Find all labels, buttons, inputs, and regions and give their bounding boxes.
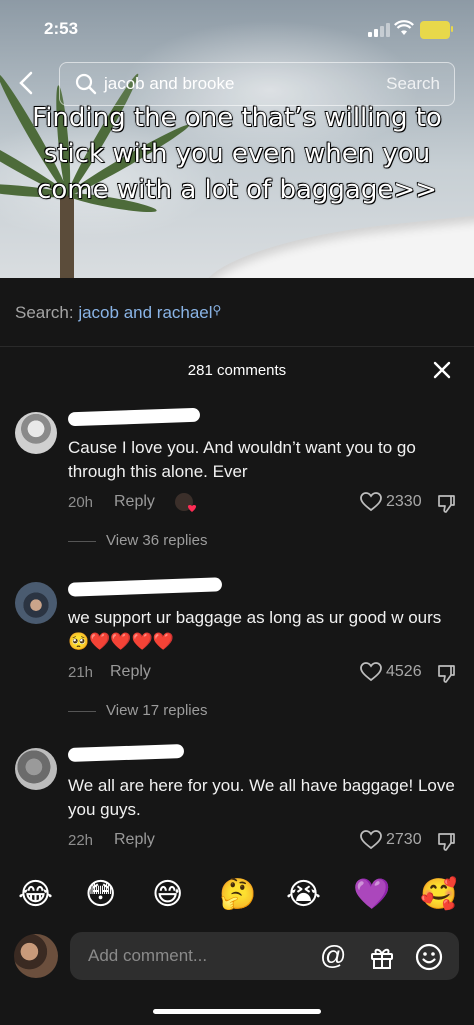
emoji-laugh-button[interactable]: 😂 bbox=[18, 876, 53, 914]
view-replies-button[interactable]: View 36 replies bbox=[68, 532, 207, 549]
avatar[interactable] bbox=[15, 412, 57, 454]
emoji-thinking-button[interactable]: 🤔 bbox=[219, 876, 256, 914]
comment-input[interactable]: Add comment... @ bbox=[70, 932, 459, 980]
comment-composer: Add comment... @ bbox=[0, 928, 474, 998]
like-button[interactable]: 2730 bbox=[360, 830, 422, 850]
dislike-icon[interactable] bbox=[436, 664, 456, 684]
heart-icon bbox=[360, 492, 382, 512]
building-roof bbox=[196, 211, 474, 278]
comment-placeholder: Add comment... bbox=[88, 946, 208, 965]
heart-icon bbox=[360, 662, 382, 682]
mention-icon[interactable]: @ bbox=[320, 940, 346, 971]
comment-text: we support ur baggage as long as ur good… bbox=[68, 608, 442, 651]
status-bar: 2:53 bbox=[0, 0, 474, 60]
reply-button[interactable]: Reply bbox=[114, 493, 155, 511]
like-count: 2330 bbox=[386, 493, 422, 510]
my-avatar bbox=[14, 934, 58, 978]
video-caption: Finding the one that’s willing to stick … bbox=[32, 102, 443, 205]
reply-button[interactable]: Reply bbox=[114, 831, 155, 849]
view-replies-label: View 36 replies bbox=[106, 532, 208, 549]
comment-age: 22h bbox=[68, 832, 94, 849]
comment-age: 20h bbox=[68, 494, 94, 511]
emoji-flushed-button[interactable]: 😳 bbox=[85, 876, 116, 914]
reply-button[interactable]: Reply bbox=[110, 663, 151, 681]
username-redacted[interactable] bbox=[67, 743, 185, 763]
comment-text: Cause I love you. And wouldn’t want you … bbox=[68, 438, 416, 481]
search-input[interactable]: jacob and brooke bbox=[104, 74, 234, 94]
like-button[interactable]: 2330 bbox=[360, 492, 422, 512]
signal-icon bbox=[368, 23, 390, 37]
related-search-text[interactable]: Search: jacob and rachael⚲ bbox=[15, 303, 221, 323]
back-arrow-icon[interactable] bbox=[16, 70, 42, 100]
clock: 2:53 bbox=[44, 19, 79, 38]
comment-item: Cause I love you. And wouldn’t want you … bbox=[0, 406, 474, 556]
like-count: 4526 bbox=[386, 663, 422, 680]
emoji-picker-icon[interactable] bbox=[415, 943, 443, 971]
related-search-label: Search: bbox=[15, 303, 74, 322]
avatar[interactable] bbox=[15, 748, 57, 790]
heart-icon bbox=[360, 830, 382, 850]
search-icon bbox=[74, 72, 98, 96]
creator-liked-icon bbox=[174, 492, 200, 514]
battery-icon bbox=[420, 21, 453, 39]
related-search-banner[interactable]: Search: jacob and rachael⚲ bbox=[0, 278, 474, 347]
emoji-hearts-face-button[interactable]: 🥰 bbox=[420, 876, 457, 914]
comment-item: we support ur baggage as long as ur good… bbox=[0, 576, 474, 726]
small-search-icon: ⚲ bbox=[212, 303, 222, 317]
comment-age: 21h bbox=[68, 664, 94, 681]
comment-text: We all are here for you. We all have bag… bbox=[68, 776, 455, 819]
dislike-icon[interactable] bbox=[436, 494, 456, 514]
comment-item: We all are here for you. We all have bag… bbox=[0, 743, 474, 866]
like-button[interactable]: 4526 bbox=[360, 662, 422, 682]
related-search-query[interactable]: jacob and rachael bbox=[78, 303, 212, 322]
emoji-crying-button[interactable]: 😭 bbox=[286, 876, 321, 914]
search-button[interactable]: Search bbox=[386, 74, 440, 94]
emoji-sweat-smile-button[interactable]: 😅 bbox=[152, 876, 183, 914]
avatar[interactable] bbox=[15, 582, 57, 624]
emoji-purple-heart-button[interactable]: 💜 bbox=[353, 876, 390, 914]
view-replies-label: View 17 replies bbox=[106, 702, 208, 719]
close-icon[interactable] bbox=[430, 358, 454, 382]
home-indicator[interactable] bbox=[153, 1009, 321, 1014]
gift-icon[interactable] bbox=[369, 944, 395, 970]
wifi-icon bbox=[394, 20, 414, 41]
username-redacted[interactable] bbox=[67, 407, 201, 427]
comments-sheet: Search: jacob and rachael⚲ 281 comments … bbox=[0, 278, 474, 1025]
comment-count: 281 comments bbox=[187, 362, 287, 379]
dislike-icon[interactable] bbox=[436, 832, 456, 852]
quick-emoji-bar: 😂 😳 😅 🤔 😭 💜 🥰 bbox=[0, 876, 474, 916]
view-replies-button[interactable]: View 17 replies bbox=[68, 702, 207, 719]
username-redacted[interactable] bbox=[67, 577, 223, 597]
like-count: 2730 bbox=[386, 831, 422, 848]
